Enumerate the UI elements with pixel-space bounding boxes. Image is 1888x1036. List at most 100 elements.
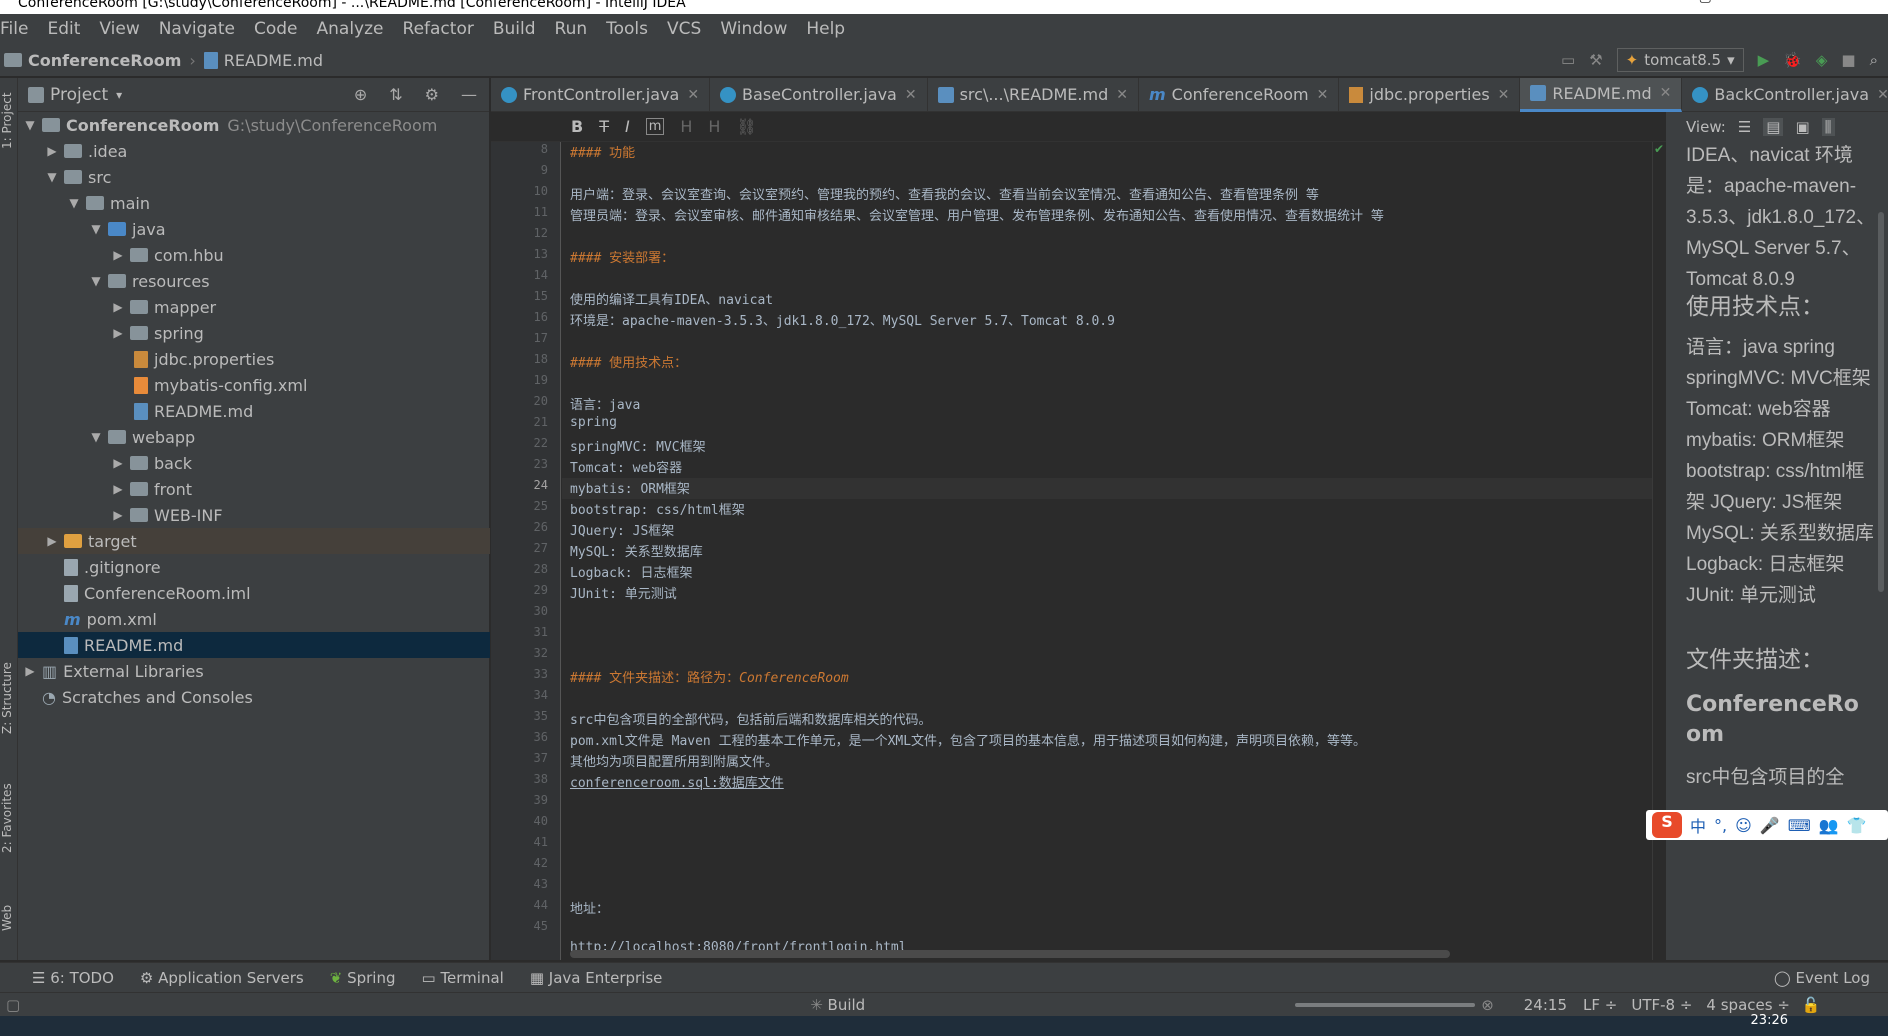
- expanded-arrow-icon[interactable]: ▼: [88, 430, 104, 444]
- tree-item-idea[interactable]: ▶ .idea: [18, 138, 490, 164]
- tab-src-readme[interactable]: src\...\README.md ✕: [928, 77, 1139, 112]
- tree-item-spring[interactable]: ▶ spring: [18, 320, 490, 346]
- menu-analyze[interactable]: Analyze: [317, 19, 384, 39]
- event-log-button[interactable]: ◯ Event Log: [1774, 969, 1888, 987]
- close-icon[interactable]: ✕: [905, 87, 917, 103]
- punctuation-icon[interactable]: °,: [1714, 816, 1727, 835]
- tree-item-main[interactable]: ▼ main: [18, 190, 490, 216]
- run-config-select[interactable]: ✦ tomcat8.5 ▾: [1616, 48, 1744, 72]
- tab-readme-active[interactable]: README.md ✕: [1520, 77, 1683, 112]
- expanded-arrow-icon[interactable]: ▼: [66, 196, 82, 210]
- tab-base-controller[interactable]: BaseController.java ✕: [710, 77, 928, 112]
- cancel-icon[interactable]: ⊗: [1481, 996, 1494, 1014]
- tree-item-external-libraries[interactable]: ▶ ▥ External Libraries: [18, 658, 490, 684]
- java-enterprise-button[interactable]: ▦ Java Enterprise: [530, 969, 663, 987]
- strikethrough-button[interactable]: T: [599, 117, 609, 136]
- menu-run[interactable]: Run: [555, 19, 588, 39]
- tree-item-src[interactable]: ▼ src: [18, 164, 490, 190]
- tree-item-target[interactable]: ▶ target: [18, 528, 490, 554]
- tree-item-mybatis-config[interactable]: mybatis-config.xml: [18, 372, 490, 398]
- bold-button[interactable]: B: [571, 117, 583, 136]
- expanded-arrow-icon[interactable]: ▼: [22, 118, 38, 132]
- gear-icon[interactable]: ⚙: [425, 85, 439, 104]
- chevron-down-icon[interactable]: ▾: [116, 88, 122, 102]
- italic-button[interactable]: I: [625, 117, 630, 136]
- tree-item-readme-root[interactable]: README.md: [18, 632, 490, 658]
- collapsed-arrow-icon[interactable]: ▶: [22, 664, 38, 678]
- collapsed-arrow-icon[interactable]: ▶: [110, 456, 126, 470]
- project-panel-title[interactable]: Project: [50, 85, 108, 105]
- ime-toolbar[interactable]: S 中 °, ☺ 🎤 ⌨ 👥 👕: [1646, 810, 1888, 840]
- tab-jdbc-properties[interactable]: jdbc.properties ✕: [1339, 77, 1521, 112]
- indent-setting[interactable]: 4 spaces ÷: [1706, 996, 1789, 1014]
- tab-back-controller[interactable]: BackController.java ✕: [1682, 78, 1888, 112]
- tree-item-root[interactable]: ▼ ConferenceRoom G:\study\ConferenceRoom: [18, 112, 490, 138]
- menu-vcs[interactable]: VCS: [667, 19, 701, 39]
- emoji-icon[interactable]: ☺: [1735, 816, 1752, 835]
- menu-navigate[interactable]: Navigate: [159, 19, 235, 39]
- menu-refactor[interactable]: Refactor: [403, 19, 474, 39]
- preview-scrollbar[interactable]: [1878, 212, 1884, 592]
- expanded-arrow-icon[interactable]: ▼: [88, 222, 104, 236]
- collapsed-arrow-icon[interactable]: ▶: [44, 144, 60, 158]
- menu-build[interactable]: Build: [493, 19, 536, 39]
- hide-icon[interactable]: —: [461, 85, 477, 104]
- locate-icon[interactable]: ⊕: [354, 85, 367, 104]
- tree-item-front[interactable]: ▶ front: [18, 476, 490, 502]
- split-view-icon[interactable]: ▤: [1763, 118, 1784, 136]
- tree-item-back[interactable]: ▶ back: [18, 450, 490, 476]
- close-icon[interactable]: ✕: [1660, 85, 1672, 101]
- code-button[interactable]: m: [645, 118, 665, 135]
- editor-text-area[interactable]: #### 功能 用户端：登录、会议室查询、会议室预约、管理我的预约、查看我的会议…: [562, 142, 1652, 960]
- breadcrumb-project[interactable]: ConferenceRoom: [28, 51, 181, 70]
- menu-window[interactable]: Window: [720, 19, 787, 39]
- hammer-icon[interactable]: ⚒: [1589, 51, 1602, 69]
- menu-file[interactable]: File: [0, 19, 28, 39]
- lock-icon[interactable]: 🔓: [1802, 996, 1821, 1014]
- tree-item-web-inf[interactable]: ▶ WEB-INF: [18, 502, 490, 528]
- close-icon[interactable]: ✕: [1877, 87, 1888, 103]
- tree-item-resources[interactable]: ▼ resources: [18, 268, 490, 294]
- collapse-all-icon[interactable]: ⇅: [389, 85, 402, 104]
- app-servers-button[interactable]: ⚙ Application Servers: [140, 969, 304, 987]
- tree-item-jdbc-properties[interactable]: jdbc.properties: [18, 346, 490, 372]
- menu-tools[interactable]: Tools: [606, 19, 648, 39]
- todo-button[interactable]: ☰ 6: TODO: [32, 969, 114, 987]
- search-icon[interactable]: ⌕: [1870, 51, 1878, 69]
- spring-button[interactable]: ❦ Spring: [330, 969, 396, 987]
- collapsed-arrow-icon[interactable]: ▶: [110, 300, 126, 314]
- editor-only-icon[interactable]: ☰: [1738, 118, 1751, 136]
- link-icon[interactable]: ⛓: [736, 117, 756, 136]
- close-icon[interactable]: ✕: [1498, 87, 1510, 103]
- header-up-button[interactable]: H: [680, 117, 692, 136]
- ime-mode[interactable]: 中: [1690, 813, 1706, 837]
- tree-item-java[interactable]: ▼ java: [18, 216, 490, 242]
- file-encoding[interactable]: UTF-8 ÷: [1631, 996, 1692, 1014]
- menu-edit[interactable]: Edit: [47, 19, 80, 39]
- build-status[interactable]: ✳ Build: [810, 996, 865, 1014]
- header-down-button[interactable]: H: [708, 117, 720, 136]
- close-icon[interactable]: ✕: [1116, 87, 1128, 103]
- tree-item-pom[interactable]: m pom.xml: [18, 606, 490, 632]
- horizontal-scrollbar[interactable]: [570, 950, 1450, 958]
- preview-only-icon[interactable]: ▣: [1795, 118, 1809, 136]
- menu-code[interactable]: Code: [254, 19, 298, 39]
- tree-item-readme-src[interactable]: README.md: [18, 398, 490, 424]
- tree-item-gitignore[interactable]: .gitignore: [18, 554, 490, 580]
- expanded-arrow-icon[interactable]: ▼: [44, 170, 60, 184]
- collapsed-arrow-icon[interactable]: ▶: [110, 508, 126, 522]
- collapsed-arrow-icon[interactable]: ▶: [110, 482, 126, 496]
- tool-window-toggle-icon[interactable]: ▢: [6, 996, 20, 1014]
- tree-item-webapp[interactable]: ▼ webapp: [18, 424, 490, 450]
- close-icon[interactable]: ✕: [1317, 87, 1329, 103]
- close-icon[interactable]: ✕: [687, 87, 699, 103]
- expanded-arrow-icon[interactable]: ▼: [88, 274, 104, 288]
- side-tab-web[interactable]: Web: [0, 898, 18, 938]
- side-tab-project[interactable]: 1: Project: [0, 86, 18, 156]
- tree-item-package[interactable]: ▶ com.hbu: [18, 242, 490, 268]
- run-icon[interactable]: ▶: [1758, 51, 1770, 69]
- collapsed-arrow-icon[interactable]: ▶: [44, 534, 60, 548]
- side-tab-structure[interactable]: Z: Structure: [0, 653, 18, 743]
- collapsed-arrow-icon[interactable]: ▶: [110, 326, 126, 340]
- microphone-icon[interactable]: 🎤: [1760, 816, 1780, 835]
